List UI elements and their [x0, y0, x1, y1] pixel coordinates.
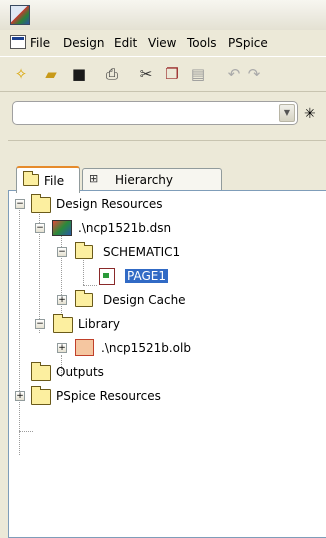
tree-item-library[interactable]: − Library	[9, 314, 326, 333]
save-icon[interactable]: ■	[70, 65, 88, 83]
collapse-icon[interactable]: −	[35, 223, 45, 233]
sparkle-icon[interactable]: ✳	[304, 106, 316, 122]
tree-item-design-cache[interactable]: + Design Cache	[9, 290, 326, 309]
folder-icon	[75, 290, 93, 307]
expand-icon[interactable]: +	[57, 343, 67, 353]
chevron-down-icon[interactable]: ▼	[279, 104, 295, 122]
folder-icon	[53, 314, 73, 333]
menu-edit[interactable]: Edit	[114, 36, 137, 50]
undo-icon[interactable]: ↶	[225, 65, 243, 83]
tree-item-dsn[interactable]: − .\ncp1521b.dsn	[9, 219, 326, 237]
tree-label: Library	[78, 317, 120, 331]
redo-icon[interactable]: ↷	[245, 65, 263, 83]
panel-divider	[8, 140, 326, 141]
tree-label: PAGE1	[125, 269, 168, 283]
cut-icon[interactable]: ✂	[137, 65, 155, 83]
expand-icon[interactable]: +	[15, 391, 25, 401]
collapse-icon[interactable]: −	[57, 247, 67, 257]
folder-icon	[31, 362, 51, 381]
open-folder-icon	[75, 242, 93, 259]
title-bar	[0, 0, 326, 30]
window-menu-icon[interactable]	[10, 35, 26, 49]
menu-view[interactable]: View	[148, 36, 176, 50]
expand-icon[interactable]: +	[57, 295, 67, 305]
tree-label: Design Cache	[103, 293, 186, 307]
page-icon	[99, 268, 115, 285]
design-file-icon	[52, 220, 72, 236]
secondary-toolbar: ▼ ✳	[0, 91, 326, 139]
new-file-icon[interactable]: ✧	[12, 65, 30, 83]
project-tree[interactable]: − Design Resources − .\ncp1521b.dsn − SC…	[8, 190, 326, 538]
menu-file[interactable]: File	[30, 36, 50, 50]
tree-label: Outputs	[56, 365, 104, 379]
tree-label: Design Resources	[56, 197, 163, 211]
tree-item-pspice-resources[interactable]: + PSpice Resources	[9, 386, 326, 405]
tab-hierarchy-label: Hierarchy	[115, 173, 174, 187]
tree-line	[83, 285, 97, 286]
tree-item-design-resources[interactable]: − Design Resources	[9, 194, 326, 213]
menu-tools[interactable]: Tools	[187, 36, 217, 50]
tree-item-page[interactable]: PAGE1	[9, 267, 326, 285]
page-icon-mark	[103, 273, 109, 278]
print-icon[interactable]: ⎙	[103, 65, 121, 83]
tree-label: SCHEMATIC1	[103, 245, 181, 259]
tree-label: PSpice Resources	[56, 389, 161, 403]
tree-label: .\ncp1521b.dsn	[78, 221, 172, 235]
tree-item-schematic[interactable]: − SCHEMATIC1	[9, 242, 326, 261]
collapse-icon[interactable]: −	[35, 319, 45, 329]
app-icon[interactable]	[10, 5, 30, 25]
tab-hierarchy[interactable]: ⊞ Hierarchy	[82, 168, 222, 191]
folder-icon	[23, 171, 39, 186]
copy-icon[interactable]: ❐	[163, 65, 181, 83]
tree-label: .\ncp1521b.olb	[101, 341, 191, 355]
tree-item-outputs[interactable]: Outputs	[9, 362, 326, 381]
part-combo[interactable]: ▼	[12, 101, 298, 125]
paste-icon[interactable]: ▤	[189, 65, 207, 83]
menu-pspice[interactable]: PSpice	[228, 36, 268, 50]
project-manager-panel: File ⊞ Hierarchy − Design Resources − .\…	[8, 140, 326, 538]
tree-item-olb[interactable]: + .\ncp1521b.olb	[9, 339, 326, 357]
hierarchy-icon: ⊞	[89, 172, 99, 185]
library-file-icon	[75, 339, 94, 356]
tab-file-label: File	[44, 174, 65, 188]
menu-design[interactable]: Design	[63, 36, 104, 50]
tree-line	[19, 431, 33, 432]
collapse-icon[interactable]: −	[15, 199, 25, 209]
menu-bar: File Design Edit View Tools PSpice	[0, 30, 326, 54]
folder-icon	[31, 194, 51, 213]
open-folder-icon[interactable]: ▰	[42, 65, 60, 83]
folder-icon	[31, 386, 51, 405]
toolbar: ✧ ▰ ■ ⎙ ✂ ❐ ▤ ↶ ↷	[0, 56, 326, 92]
tab-file[interactable]: File	[16, 166, 80, 193]
